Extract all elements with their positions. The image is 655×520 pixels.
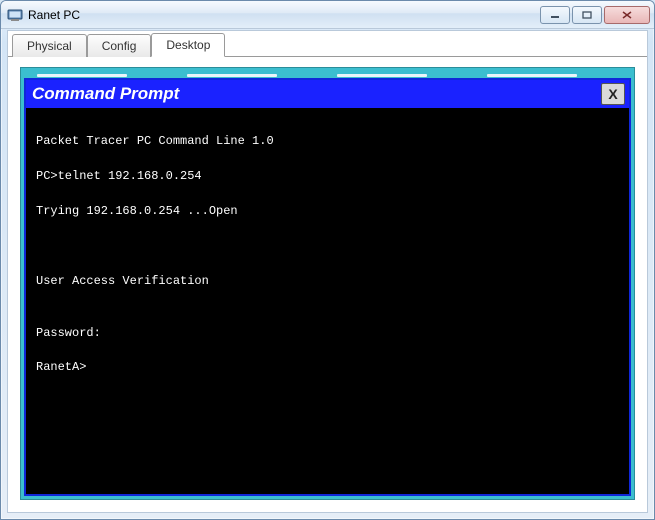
desktop-pane: Command Prompt X Packet Tracer PC Comman…	[20, 67, 635, 500]
app-window: Ranet PC Physical Config Desktop	[0, 0, 655, 520]
tab-strip: Physical Config Desktop	[8, 31, 647, 57]
shortcut-stub	[187, 74, 277, 77]
window-controls	[538, 6, 650, 24]
terminal-line: Packet Tracer PC Command Line 1.0	[36, 133, 619, 150]
command-prompt-titlebar[interactable]: Command Prompt X	[26, 80, 629, 108]
terminal-line: User Access Verification	[36, 273, 619, 290]
shortcut-stub	[337, 74, 427, 77]
tab-desktop[interactable]: Desktop	[151, 33, 225, 57]
terminal-line: PC>telnet 192.168.0.254	[36, 168, 619, 185]
terminal[interactable]: Packet Tracer PC Command Line 1.0 PC>tel…	[26, 108, 629, 494]
command-prompt-close-button[interactable]: X	[601, 83, 625, 105]
maximize-button[interactable]	[572, 6, 602, 24]
window-title: Ranet PC	[28, 8, 80, 22]
client-area: Physical Config Desktop Command Prompt X…	[7, 30, 648, 513]
terminal-line: Password:	[36, 325, 619, 342]
shortcut-stub	[37, 74, 127, 77]
app-icon	[7, 7, 23, 23]
command-prompt-title: Command Prompt	[32, 84, 601, 104]
minimize-button[interactable]	[540, 6, 570, 24]
terminal-line: RanetA>	[36, 359, 619, 376]
command-prompt-window: Command Prompt X Packet Tracer PC Comman…	[24, 78, 631, 496]
titlebar[interactable]: Ranet PC	[1, 1, 654, 29]
tab-physical[interactable]: Physical	[12, 34, 87, 57]
tab-config[interactable]: Config	[87, 34, 152, 57]
shortcut-stub	[487, 74, 577, 77]
terminal-line: Trying 192.168.0.254 ...Open	[36, 203, 619, 220]
close-button[interactable]	[604, 6, 650, 24]
